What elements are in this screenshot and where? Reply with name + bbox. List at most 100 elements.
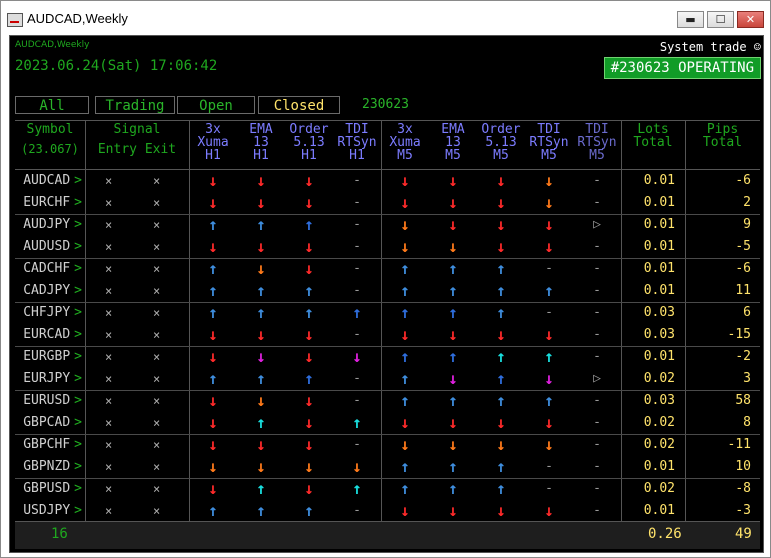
table-row[interactable]: CHFJPY > × × ↑ ↑ ↑ ↑ ↑ ↑ ↑ - - 0.03 6 — [15, 302, 760, 324]
table-row[interactable]: EURGBP > × × ↓ ↓ ↓ ↓ ↑ ↑ ↑ ↑ - 0.01 -2 — [15, 346, 760, 368]
h1-signal-arrow-up-icon: ↑ — [208, 281, 218, 300]
m5-signal-dash-icon: - — [593, 239, 601, 254]
table-row[interactable]: GBPCAD > × × ↓ ↑ ↓ ↑ ↓ ↓ ↓ ↓ - 0.02 8 — [15, 412, 760, 434]
table-row[interactable]: CADJPY > × × ↑ ↑ ↑ - ↑ ↑ ↑ ↑ - 0.01 11 — [15, 280, 760, 302]
row-symbol[interactable]: EURCHF > — [15, 192, 82, 214]
m5-signal-arrow-up-icon: ↑ — [448, 303, 458, 322]
symbol-text: EURGBP — [23, 349, 71, 364]
h1-signal-arrow-down-icon: ↓ — [304, 259, 314, 278]
filter-all-button[interactable]: All — [15, 96, 89, 114]
m5-signal-triangle-right-icon: ▷ — [593, 371, 601, 386]
lots-total: 0.01 — [643, 459, 675, 474]
row-symbol[interactable]: AUDUSD > — [15, 236, 82, 258]
h1-signal-arrow-down-icon: ↓ — [208, 171, 218, 190]
pips-total: 6 — [743, 305, 751, 320]
exit-signal: × — [153, 196, 161, 210]
h1-signal-arrow-up-icon: ↑ — [208, 215, 218, 234]
h1-signal-arrow-down-icon: ↓ — [304, 347, 314, 366]
h1-signal-arrow-up-icon: ↑ — [256, 215, 266, 234]
m5-signal-arrow-down-icon: ↓ — [544, 501, 554, 520]
row-symbol[interactable]: EURJPY > — [15, 368, 82, 390]
h1-signal-arrow-up-icon: ↑ — [256, 303, 266, 322]
exit-signal: × — [153, 372, 161, 386]
row-symbol[interactable]: CADJPY > — [15, 280, 82, 302]
m5-signal-dash-icon: - — [593, 415, 601, 430]
filter-closed-button[interactable]: Closed — [258, 96, 340, 114]
close-button[interactable]: ✕ — [737, 11, 764, 28]
entry-signal: × — [105, 328, 113, 342]
h1-signal-arrow-up-icon: ↑ — [256, 369, 266, 388]
filter-open-button[interactable]: Open — [177, 96, 255, 114]
h1-signal-arrow-down-icon: ↓ — [208, 325, 218, 344]
h1-signal-arrow-up-icon: ↑ — [208, 501, 218, 520]
table-row[interactable]: USDJPY > × × ↑ ↑ ↑ - ↓ ↓ ↓ ↓ - 0.01 -3 — [15, 500, 760, 522]
row-symbol[interactable]: USDJPY > — [15, 500, 82, 522]
table-row[interactable]: GBPNZD > × × ↓ ↓ ↓ ↓ ↑ ↑ ↑ - - 0.01 10 — [15, 456, 760, 478]
m5-signal-arrow-down-icon: ↓ — [448, 193, 458, 212]
filter-trading-button[interactable]: Trading — [95, 96, 175, 114]
m5-signal-arrow-up-icon: ↑ — [448, 281, 458, 300]
symbol-text: EURCAD — [23, 327, 71, 342]
pips-total: 58 — [735, 393, 751, 408]
header-h1-2: Order 5.13 H1 — [285, 121, 333, 171]
entry-signal: × — [105, 372, 113, 386]
h1-signal-arrow-down-icon: ↓ — [208, 193, 218, 212]
row-symbol[interactable]: CADCHF > — [15, 258, 82, 280]
lots-total: 0.03 — [643, 305, 675, 320]
h1-signal-dash-icon: - — [353, 503, 361, 518]
row-symbol[interactable]: GBPUSD > — [15, 478, 82, 500]
exit-signal: × — [153, 174, 161, 188]
entry-signal: × — [105, 460, 113, 474]
entry-signal: × — [105, 174, 113, 188]
m5-signal-arrow-down-icon: ↓ — [448, 237, 458, 256]
header-h1-1-line: H1 — [253, 148, 269, 163]
row-symbol[interactable]: EURCAD > — [15, 324, 82, 346]
h1-signal-arrow-down-icon: ↓ — [208, 435, 218, 454]
chevron-right-icon: > — [74, 327, 82, 342]
lots-total: 0.01 — [643, 283, 675, 298]
table-row[interactable]: EURUSD > × × ↓ ↓ ↓ - ↑ ↑ ↑ ↑ - 0.03 58 — [15, 390, 760, 412]
row-symbol[interactable]: AUDCAD > — [15, 170, 82, 192]
row-symbol[interactable]: GBPCAD > — [15, 412, 82, 434]
row-symbol[interactable]: AUDJPY > — [15, 214, 82, 236]
m5-signal-arrow-down-icon: ↓ — [448, 501, 458, 520]
entry-signal: × — [105, 284, 113, 298]
table-row[interactable]: GBPUSD > × × ↓ ↑ ↓ ↑ ↑ ↑ ↑ - - 0.02 -8 — [15, 478, 760, 500]
table-row[interactable]: AUDJPY > × × ↑ ↑ ↑ - ↓ ↓ ↓ ↓ ▷ 0.01 9 — [15, 214, 760, 236]
table-row[interactable]: AUDUSD > × × ↓ ↓ ↓ - ↓ ↓ ↓ ↓ - 0.01 -5 — [15, 236, 760, 258]
app-window: AUDCAD,Weekly ▬ ☐ ✕ AUDCAD,Weekly 2023.0… — [0, 0, 771, 558]
lots-total: 0.01 — [643, 239, 675, 254]
table-row[interactable]: AUDCAD > × × ↓ ↓ ↓ - ↓ ↓ ↓ ↓ - 0.01 -6 — [15, 170, 760, 192]
header-signal-line: Entry Exit — [97, 142, 177, 157]
h1-signal-arrow-down-icon: ↓ — [208, 413, 218, 432]
table-row[interactable]: CADCHF > × × ↑ ↓ ↓ - ↑ ↑ ↑ - - 0.01 -6 — [15, 258, 760, 280]
table-row[interactable]: EURCHF > × × ↓ ↓ ↓ - ↓ ↓ ↓ ↓ - 0.01 2 — [15, 192, 760, 214]
title-bar[interactable]: AUDCAD,Weekly ▬ ☐ ✕ — [1, 1, 770, 35]
row-symbol[interactable]: EURUSD > — [15, 390, 82, 412]
m5-signal-arrow-down-icon: ↓ — [544, 215, 554, 234]
h1-signal-arrow-up-icon: ↑ — [304, 281, 314, 300]
m5-signal-arrow-down-icon: ↓ — [400, 325, 410, 344]
entry-signal: × — [105, 196, 113, 210]
h1-signal-arrow-up-icon: ↑ — [304, 303, 314, 322]
header-m5-0-line: M5 — [397, 148, 413, 163]
minimize-button[interactable]: ▬ — [677, 11, 704, 28]
row-symbol[interactable]: GBPNZD > — [15, 456, 82, 478]
maximize-button[interactable]: ☐ — [707, 11, 734, 28]
table-row[interactable]: EURJPY > × × ↑ ↑ ↑ - ↑ ↓ ↑ ↓ ▷ 0.02 3 — [15, 368, 760, 390]
exit-signal: × — [153, 240, 161, 254]
filter-date-label: 230623 — [362, 97, 409, 112]
row-symbol[interactable]: CHFJPY > — [15, 302, 82, 324]
row-symbol[interactable]: GBPCHF > — [15, 434, 82, 456]
totals-row: 16 0.26 49 — [15, 521, 760, 549]
table-row[interactable]: GBPCHF > × × ↓ ↓ ↓ - ↓ ↓ ↓ ↓ - 0.02 -11 — [15, 434, 760, 456]
row-symbol[interactable]: EURGBP > — [15, 346, 82, 368]
pips-total: 8 — [743, 415, 751, 430]
m5-signal-arrow-down-icon: ↓ — [496, 325, 506, 344]
h1-signal-arrow-down-icon: ↓ — [208, 391, 218, 410]
header-h1-3: TDI RTSyn H1 — [333, 121, 381, 171]
table-row[interactable]: EURCAD > × × ↓ ↓ ↓ - ↓ ↓ ↓ ↓ - 0.03 -15 — [15, 324, 760, 346]
chevron-right-icon: > — [74, 503, 82, 518]
h1-signal-arrow-up-icon: ↑ — [304, 501, 314, 520]
lots-total: 0.03 — [643, 393, 675, 408]
